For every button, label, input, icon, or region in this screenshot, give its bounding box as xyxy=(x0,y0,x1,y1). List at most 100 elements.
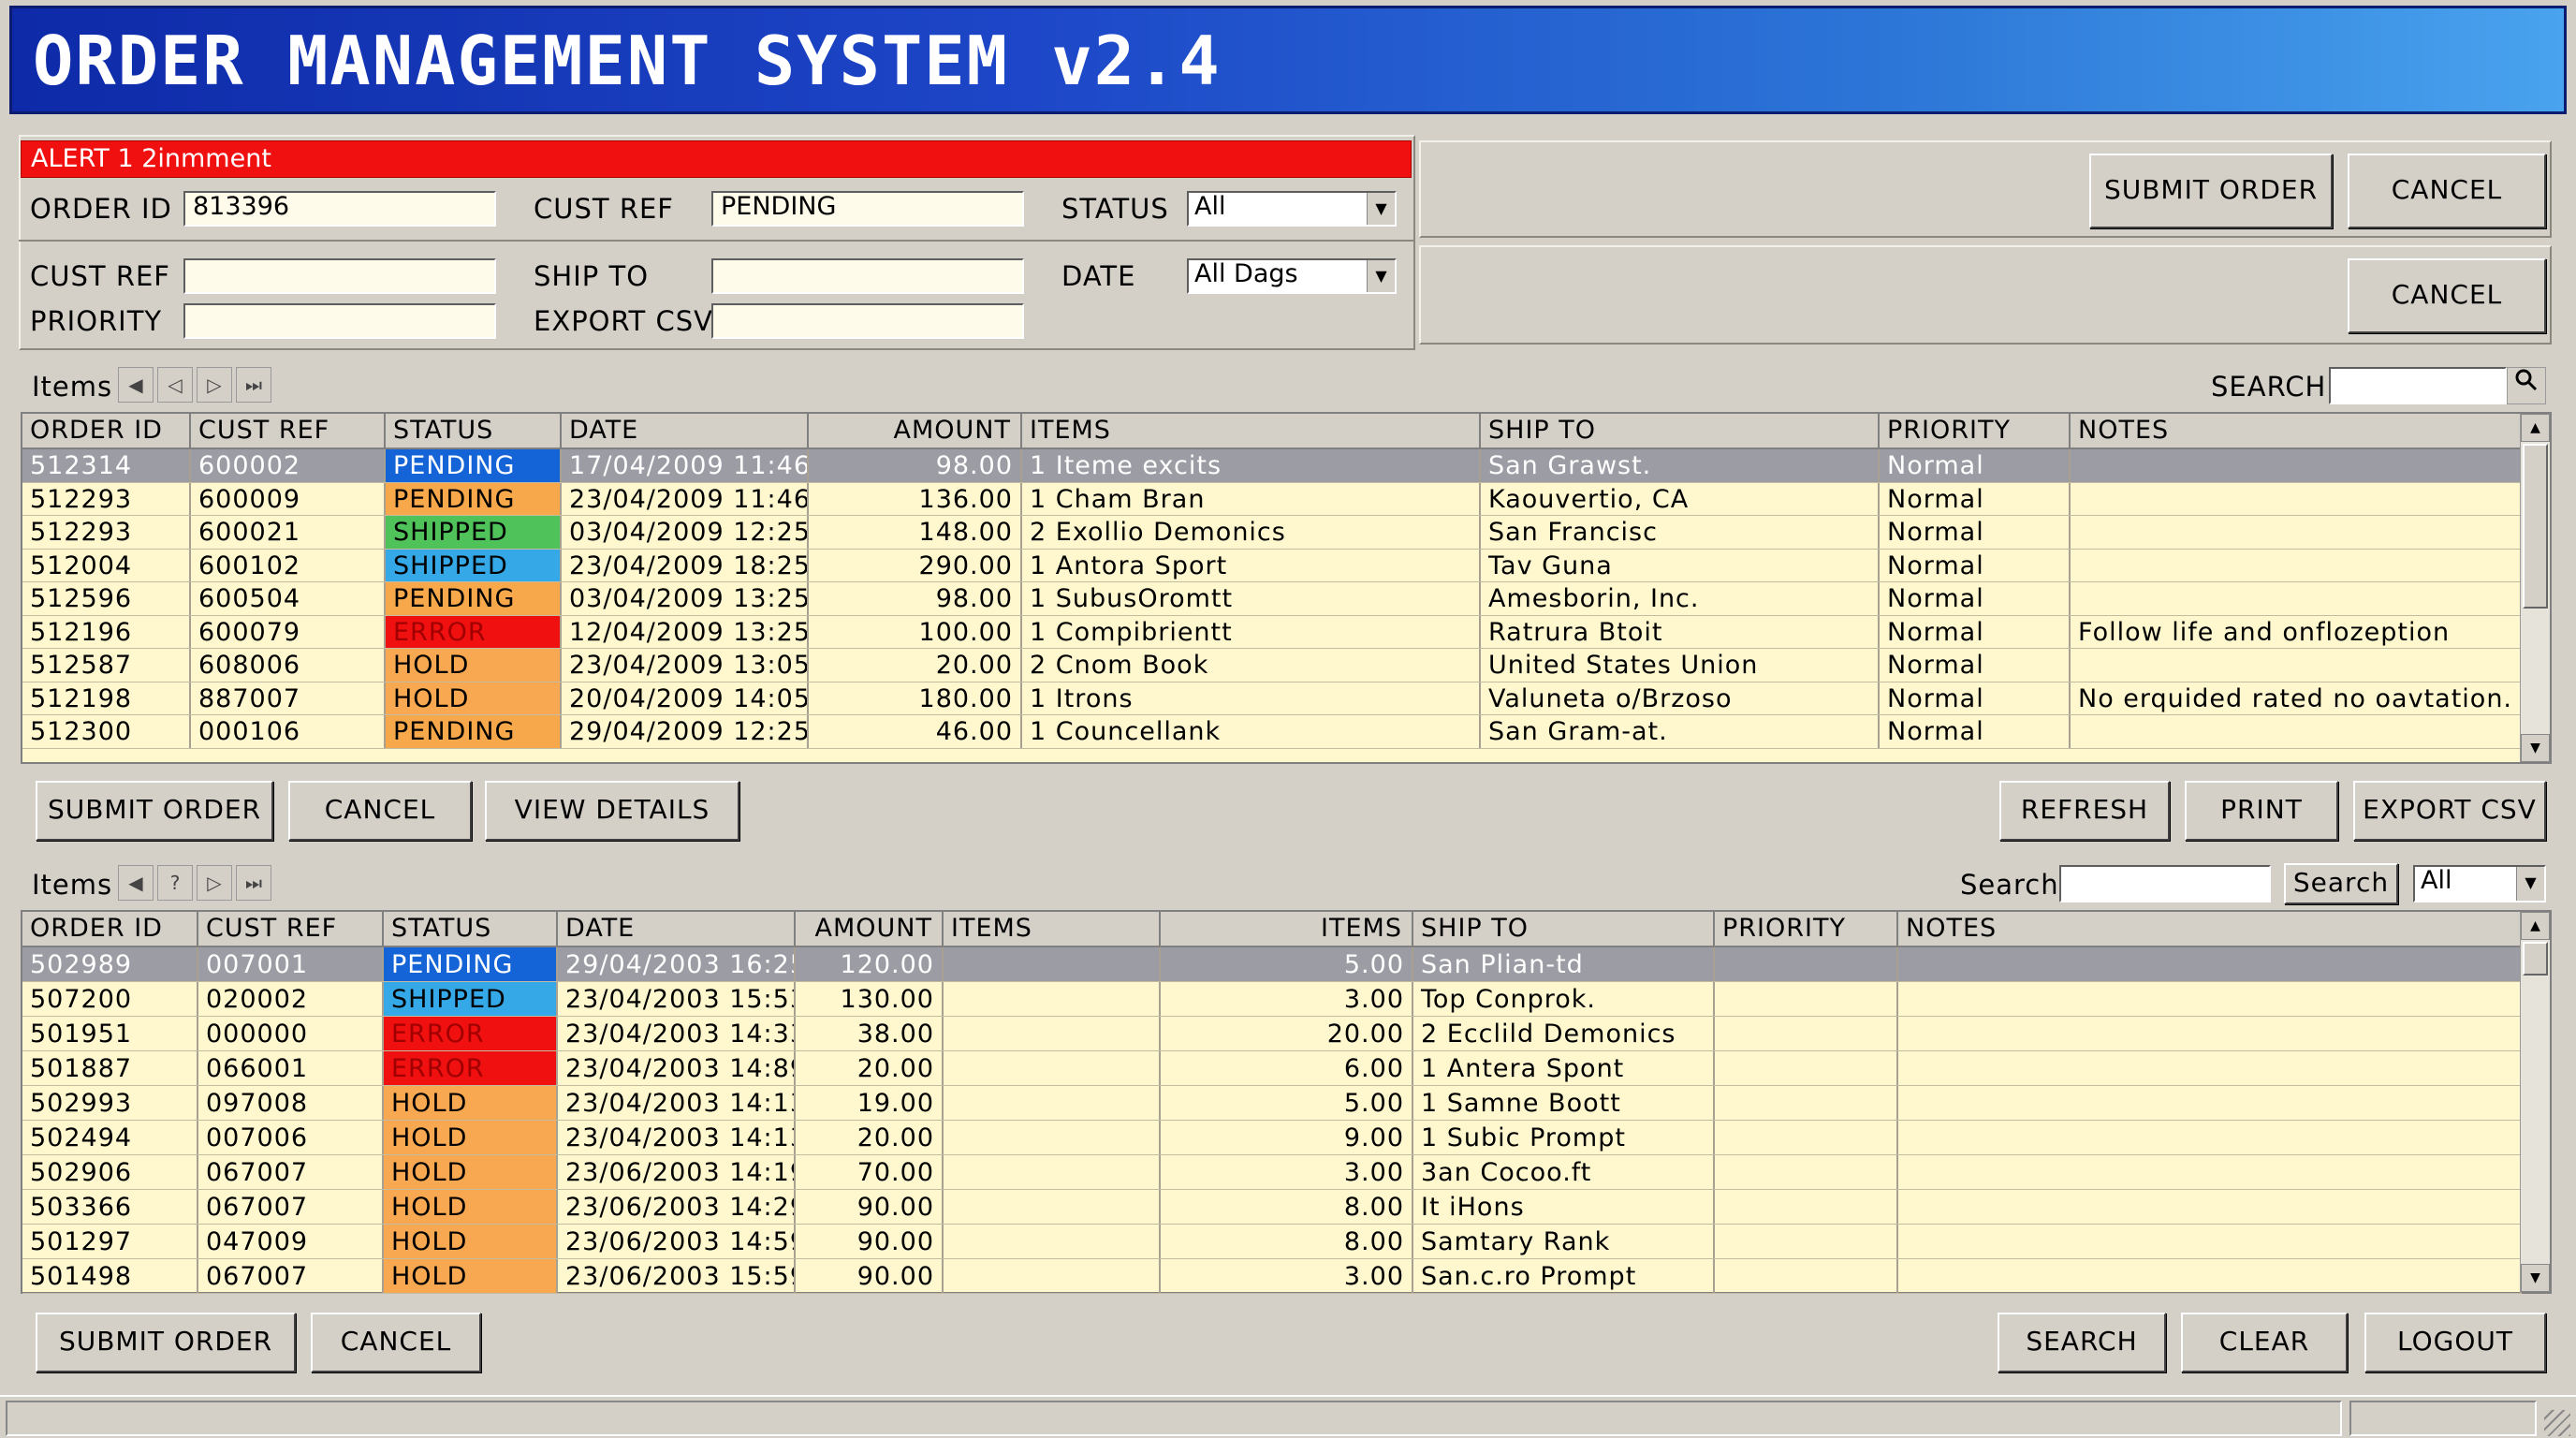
app-title: ORDER MANAGEMENT SYSTEM v2.4 xyxy=(33,22,1222,100)
table-row[interactable]: 501887 066001 ERROR 23/04/2003 14:89 20.00 6.… xyxy=(22,1051,2522,1086)
search-icon[interactable] xyxy=(2507,367,2546,404)
grid2-filter-select[interactable]: All ▼ xyxy=(2413,865,2546,902)
status-badge: SHIPPED xyxy=(384,982,558,1016)
cust-ref-field[interactable]: PENDING xyxy=(711,191,1024,227)
search-button[interactable]: SEARCH xyxy=(1998,1313,2166,1372)
date-select[interactable]: All Dags ▼ xyxy=(1187,258,1397,294)
prev-page-icon[interactable]: ◀ xyxy=(118,865,154,901)
table-cell: 23/04/2009 13:05 xyxy=(562,649,809,682)
ship-to-field[interactable] xyxy=(711,258,1024,294)
column-header[interactable]: NOTES xyxy=(1898,912,2522,946)
column-header[interactable]: STATUS xyxy=(384,912,558,946)
resize-grip-icon[interactable] xyxy=(2544,1410,2570,1436)
page-indicator[interactable]: ? xyxy=(157,865,193,901)
grid1-scrollbar[interactable]: ▲ ▼ xyxy=(2520,414,2550,762)
status-segment-right xyxy=(2349,1401,2537,1436)
column-header[interactable]: ORDER ID xyxy=(22,414,191,448)
table-row[interactable]: 512596 600504 PENDING 03/04/2009 13:25 98.00… xyxy=(22,582,2522,616)
table-row[interactable]: 512293 600009 PENDING 23/04/2009 11:46 136.0… xyxy=(22,482,2522,516)
scroll-thumb[interactable] xyxy=(2523,942,2548,976)
submit-order-button-top[interactable]: SUBMIT ORDER xyxy=(2089,154,2333,228)
column-header[interactable]: DATE xyxy=(562,414,809,448)
column-header[interactable]: SHIP TO xyxy=(1413,912,1715,946)
cancel-button-bottom[interactable]: CANCEL xyxy=(311,1313,481,1372)
grid1-search-input[interactable] xyxy=(2329,367,2507,404)
table-cell: Normal xyxy=(1880,715,2071,748)
chevron-down-icon[interactable]: ▼ xyxy=(1367,193,1395,225)
export-csv-field[interactable] xyxy=(711,303,1024,339)
scroll-up-icon[interactable]: ▲ xyxy=(2521,912,2550,940)
chevron-down-icon[interactable]: ▼ xyxy=(2516,867,2544,901)
clear-button[interactable]: CLEAR xyxy=(2181,1313,2348,1372)
first-page-icon[interactable]: ◀ xyxy=(118,367,154,403)
next-page-icon[interactable]: ▷ xyxy=(197,367,232,403)
column-header[interactable]: CUST REF xyxy=(198,912,384,946)
cancel-button-mid[interactable]: CANCEL xyxy=(288,781,472,841)
table-row[interactable]: 512314 600002 PENDING 17/04/2009 11:46 98.00… xyxy=(22,449,2522,483)
priority-field[interactable] xyxy=(183,303,496,339)
scroll-up-icon[interactable]: ▲ xyxy=(2521,414,2550,442)
scroll-down-icon[interactable]: ▼ xyxy=(2521,734,2550,762)
last-page-icon[interactable]: ⏭ xyxy=(236,865,271,901)
status-badge: HOLD xyxy=(384,1259,558,1293)
column-header[interactable]: STATUS xyxy=(386,414,562,448)
table-row[interactable]: 501498 067007 HOLD 23/06/2003 15:59 90.00 3.0… xyxy=(22,1259,2522,1294)
table-row[interactable]: 512587 608006 HOLD 23/04/2009 13:05 20.00 2 C… xyxy=(22,649,2522,682)
status-select[interactable]: All ▼ xyxy=(1187,191,1397,227)
cancel-button-top[interactable]: CANCEL xyxy=(2348,154,2546,228)
table-cell: 503366 xyxy=(22,1190,198,1224)
column-header[interactable]: CUST REF xyxy=(191,414,386,448)
table-row[interactable]: 502989 007001 PENDING 29/04/2003 16:25 120.0… xyxy=(22,947,2522,982)
table-row[interactable]: 502494 007006 HOLD 23/04/2003 14:13 20.00 9.0… xyxy=(22,1121,2522,1155)
column-header[interactable]: DATE xyxy=(558,912,796,946)
logout-button[interactable]: LOGOUT xyxy=(2364,1313,2546,1372)
table-row[interactable]: 503366 067007 HOLD 23/06/2003 14:29 90.00 8.0… xyxy=(22,1190,2522,1225)
grid2-search-input[interactable] xyxy=(2059,865,2271,902)
table-row[interactable]: 501951 000000 ERROR 23/04/2003 14:33 38.00 20… xyxy=(22,1017,2522,1051)
column-header[interactable]: AMOUNT xyxy=(796,912,944,946)
column-header[interactable]: NOTES xyxy=(2071,414,2522,448)
submit-order-button-mid[interactable]: SUBMIT ORDER xyxy=(36,781,273,841)
table-cell: 067007 xyxy=(198,1155,384,1189)
table-cell: 501951 xyxy=(22,1017,198,1050)
grid2-scrollbar[interactable]: ▲ ▼ xyxy=(2520,912,2550,1292)
scroll-down-icon[interactable]: ▼ xyxy=(2521,1264,2550,1292)
column-header[interactable]: AMOUNT xyxy=(809,414,1022,448)
column-header[interactable]: SHIP TO xyxy=(1481,414,1880,448)
table-row[interactable]: 507200 020002 SHIPPED 23/04/2003 15:53 130.0… xyxy=(22,982,2522,1017)
export-csv-button[interactable]: EXPORT CSV xyxy=(2353,781,2546,841)
table-row[interactable]: 502993 097008 HOLD 23/04/2003 14:13 19.00 5.0… xyxy=(22,1086,2522,1121)
table-row[interactable]: 502906 067007 HOLD 23/06/2003 14:19 70.00 3.0… xyxy=(22,1155,2522,1190)
view-details-button[interactable]: VIEW DETAILS xyxy=(485,781,739,841)
table-cell: 502494 xyxy=(22,1121,198,1154)
table-row[interactable]: 512300 000106 PENDING 29/04/2009 12:25 46.00… xyxy=(22,715,2522,749)
scroll-thumb[interactable] xyxy=(2523,444,2548,609)
order-id-field[interactable]: 813396 xyxy=(183,191,496,227)
refresh-button[interactable]: REFRESH xyxy=(1999,781,2170,841)
table-cell: 512314 xyxy=(22,449,191,482)
column-header[interactable]: ITEMS xyxy=(1161,912,1413,946)
print-button[interactable]: PRINT xyxy=(2185,781,2338,841)
column-header[interactable]: ITEMS xyxy=(1022,414,1481,448)
column-header[interactable]: ORDER ID xyxy=(22,912,198,946)
cust-ref2-field[interactable] xyxy=(183,258,496,294)
column-header[interactable]: PRIORITY xyxy=(1880,414,2071,448)
last-page-icon[interactable]: ⏭ xyxy=(236,367,271,403)
table-cell xyxy=(1898,1051,2522,1085)
column-header[interactable]: ITEMS xyxy=(944,912,1161,946)
table-row[interactable]: 512196 600079 ERROR 12/04/2009 13:25 100.00 1… xyxy=(22,615,2522,649)
column-header[interactable]: PRIORITY xyxy=(1715,912,1898,946)
next-page-icon[interactable]: ▷ xyxy=(197,865,232,901)
table-row[interactable]: 512004 600102 SHIPPED 23/04/2009 18:25 290.0… xyxy=(22,549,2522,582)
table-row[interactable]: 501297 047009 HOLD 23/06/2003 14:59 90.00 8.0… xyxy=(22,1225,2522,1259)
table-row[interactable]: 512198 887007 HOLD 20/04/2009 14:05 180.00 1 … xyxy=(22,682,2522,715)
prev-page-icon[interactable]: ◁ xyxy=(157,367,193,403)
cancel-button-secondary[interactable]: CANCEL xyxy=(2348,258,2546,333)
table-cell: Kaouvertio, CA xyxy=(1481,482,1880,515)
grid2-search-button[interactable]: Search xyxy=(2284,863,2398,904)
status-badge: PENDING xyxy=(386,582,562,615)
chevron-down-icon[interactable]: ▼ xyxy=(1367,260,1395,292)
grid2-items-label: Items xyxy=(32,869,113,901)
table-row[interactable]: 512293 600021 SHIPPED 03/04/2009 12:25 148.0… xyxy=(22,516,2522,550)
submit-order-button-bottom[interactable]: SUBMIT ORDER xyxy=(36,1313,296,1372)
